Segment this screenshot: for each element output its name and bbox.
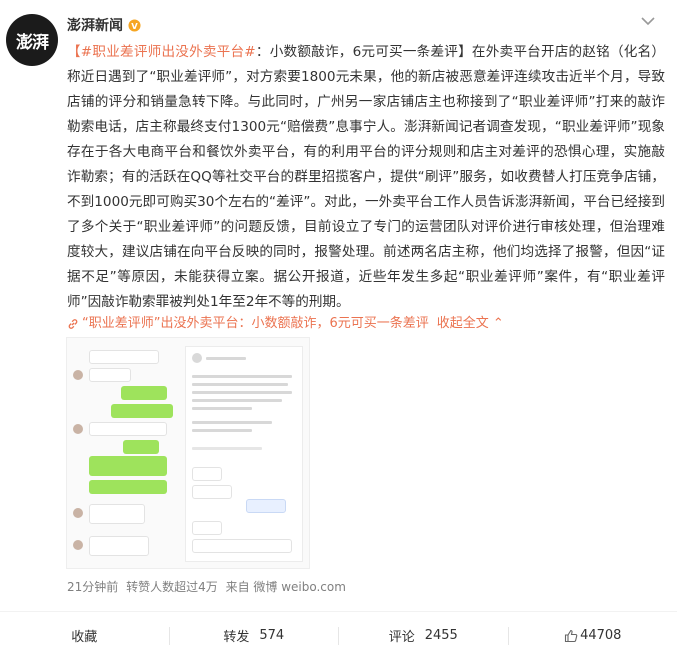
panel-line (192, 383, 288, 386)
panel-line (192, 447, 262, 450)
chat-avatar (73, 508, 83, 518)
link-icon (68, 319, 78, 329)
panel-line (192, 399, 282, 402)
chat-bubble (89, 504, 145, 524)
chat-bubble (89, 456, 167, 476)
chat-bubble (89, 536, 149, 556)
action-bar: 收藏 转发 574 评论 2455 44708 (0, 611, 677, 659)
panel-line (192, 421, 272, 424)
post-hashtag[interactable]: 【#职业差评师出没外卖平台# (67, 44, 256, 60)
weibo-post-card: 澎湃 澎湃新闻 V 【#职业差评师出没外卖平台#：小数额敲诈，6元可买一条差评】… (0, 0, 677, 659)
post-source: 来自 微博 weibo.com (225, 580, 346, 594)
post-body: 【#职业差评师出没外卖平台#：小数额敲诈，6元可买一条差评】在外卖平台开店的赵铭… (67, 40, 665, 315)
panel-line (192, 375, 292, 378)
chat-avatar (73, 540, 83, 550)
chat-bubble (192, 539, 292, 553)
collapse-caret-icon: ⌃ (492, 316, 504, 331)
like-thumb-icon (565, 629, 578, 642)
verified-badge-icon: V (128, 18, 141, 32)
panel-line (192, 429, 252, 432)
chat-bubble (89, 422, 167, 436)
author-row: 澎湃新闻 V (67, 14, 141, 36)
repost-count: 574 (259, 628, 285, 643)
chat-bubble (192, 485, 232, 499)
chat-bubble (121, 386, 167, 400)
author-name[interactable]: 澎湃新闻 (67, 15, 123, 35)
post-time[interactable]: 21分钟前 (67, 580, 118, 594)
chat-bubble (123, 440, 159, 454)
repost-button[interactable]: 转发 574 (170, 624, 339, 648)
screenshot-panel (185, 346, 303, 562)
chat-bubble (89, 350, 159, 364)
post-body-text: ：小数额敲诈，6元可买一条差评】在外卖平台开店的赵铭（化名）称近日遇到了“职业差… (67, 44, 666, 310)
post-meta: 21分钟前 转赞人数超过4万 来自 微博 weibo.com (67, 579, 350, 595)
repost-note: 转赞人数超过4万 (126, 580, 218, 594)
comment-label: 评论 (388, 630, 415, 645)
comment-count: 2455 (424, 628, 458, 643)
chat-avatar (73, 424, 83, 434)
chat-bubble (246, 499, 286, 513)
chat-avatar (73, 370, 83, 380)
chat-bubble (192, 521, 222, 535)
article-link-title[interactable]: “职业差评师”出没外卖平台：小数额敲诈，6元可买一条差评 (82, 313, 429, 335)
like-count: 44708 (580, 628, 622, 643)
chat-bubble (111, 404, 173, 418)
post-image[interactable] (66, 337, 310, 569)
panel-line (192, 407, 252, 410)
chat-bubble (89, 480, 167, 494)
panel-line (192, 391, 292, 394)
collapse-text-button[interactable]: 收起全文 ⌃ (437, 313, 504, 335)
collapse-text-label: 收起全文 (436, 316, 489, 331)
repost-label: 转发 (223, 630, 250, 645)
favorite-label: 收藏 (71, 630, 98, 645)
like-button[interactable]: 44708 (509, 624, 677, 648)
svg-text:V: V (131, 20, 138, 30)
more-chevron-icon[interactable] (641, 16, 655, 26)
chat-bubble (192, 467, 222, 481)
favorite-button[interactable]: 收藏 (0, 624, 169, 648)
chat-bubble (89, 368, 131, 382)
chat-avatar (192, 353, 202, 363)
avatar[interactable]: 澎湃 (6, 14, 58, 66)
avatar-text: 澎湃 (16, 32, 49, 53)
panel-line (206, 357, 246, 360)
article-link[interactable]: “职业差评师”出没外卖平台：小数额敲诈，6元可买一条差评 收起全文 ⌃ (67, 313, 504, 335)
comment-button[interactable]: 评论 2455 (339, 624, 508, 648)
